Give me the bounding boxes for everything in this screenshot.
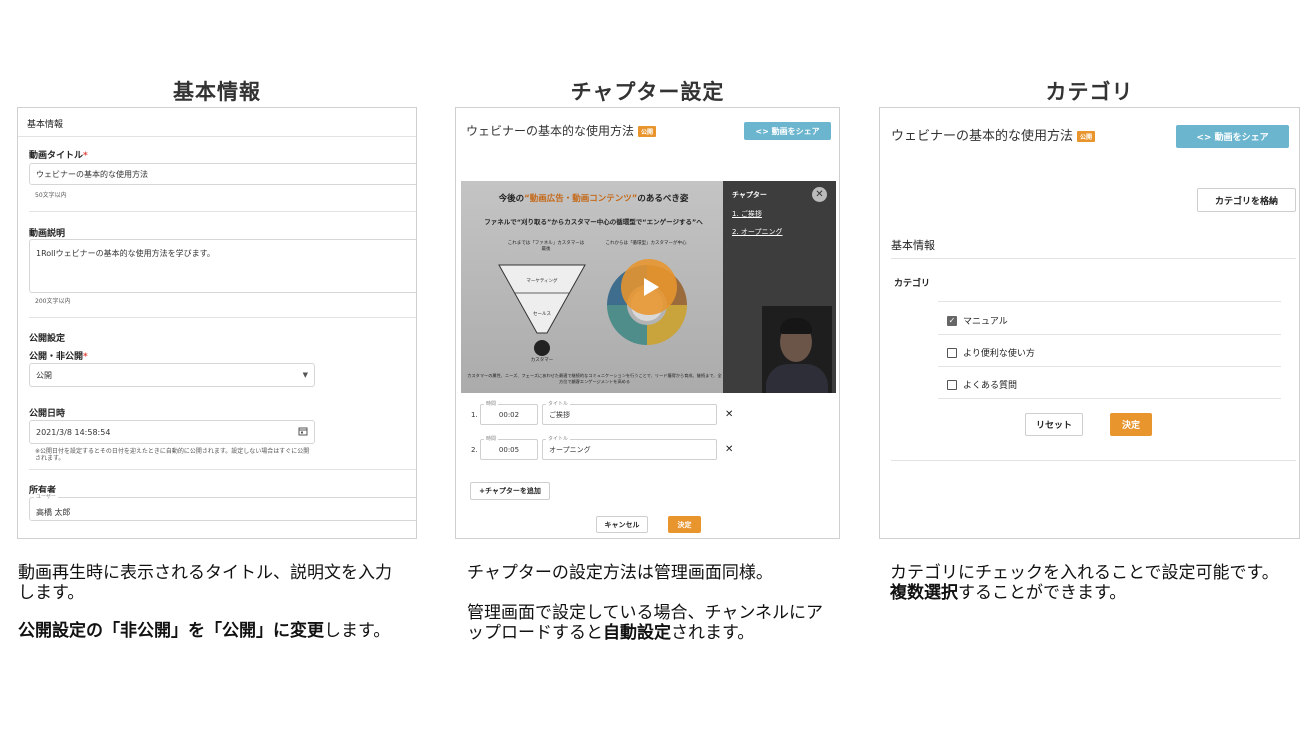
public-badge: 公開 [638,126,657,137]
chapter-row-2-time-label: 時間 [484,435,499,442]
caption-basic-info: 動画再生時に表示されるタイトル、説明文を入力します。 公開設定の「非公開」を「公… [18,563,392,641]
date-hint: ※公開日付を設定するとその日付を迎えたときに自動的に公開されます。設定しない場合… [35,448,310,462]
funnel-mid-label: セールス [533,312,551,317]
video-title-category: ウェビナーの基本的な使用方法 公開 [891,125,1096,144]
checkbox-icon[interactable] [947,347,957,358]
chapter-row-1-time-label: 時間 [484,400,499,407]
date-input[interactable]: 2021/3/8 14:58:54 [29,420,315,444]
chapter-row-1-number: 1. [471,411,478,419]
publish-section-title: 公開設定 [29,334,66,344]
chapter-row-1-time[interactable]: 00:02 [480,404,538,425]
category-option-manual[interactable]: ✓ マニュアル [947,314,1008,327]
publish-select-value: 公開 [36,370,52,380]
presenter-camera [762,306,832,393]
category-screenshot: ウェビナーの基本的な使用方法 公開 <> 動画をシェア カテゴリを格納 基本情報 … [879,107,1300,539]
slide-footer: カスタマーの属性、ニーズ、フェーズにあわせた最適で継続的なコミュニケーションを行… [467,373,722,384]
remove-chapter-1-icon[interactable]: ✕ [725,409,733,420]
remove-chapter-2-icon[interactable]: ✕ [725,444,733,455]
slide-title: 今後の“動画広告・動画コンテンツ”のあるべき姿 [498,194,689,204]
close-icon[interactable]: ✕ [812,187,827,202]
heading-basic-info: 基本情報 [173,80,261,104]
chapter-row-2-title-label: タイトル [546,435,571,442]
share-video-button[interactable]: <> 動画をシェア [744,122,831,140]
description-label: 動画説明 [29,229,66,239]
category-label: カテゴリ [894,279,931,289]
reset-button[interactable]: リセット [1025,413,1083,436]
cancel-button[interactable]: キャンセル [596,516,648,533]
chapter-link-2[interactable]: 2. オープニング [732,227,782,237]
funnel-top-label: マーケティング [526,279,558,284]
chevron-down-icon: ▼ [302,371,308,379]
section-basic-info: 基本情報 [891,239,935,252]
chapter-overlay-title: チャプター [732,191,767,199]
chapter-overlay: チャプター ✕ 1. ご挨拶 2. オープニング [723,181,836,393]
owner-sublabel: ユーザー [34,493,58,500]
chapter-row-1-title[interactable]: ご挨拶 [542,404,717,425]
chapter-row-2-number: 2. [471,446,478,454]
share-video-button-category[interactable]: <> 動画をシェア [1176,125,1289,148]
chapter-row-1-title-label: タイトル [546,400,571,407]
date-label: 公開日時 [29,409,66,419]
calendar-icon[interactable] [298,426,308,438]
publish-select[interactable]: 公開 ▼ [29,363,315,387]
funnel-bottom-label: カスタマー [530,358,554,363]
description-textarea[interactable]: 1Rollウェビナーの基本的な使用方法を学びます。 [29,239,416,293]
title-input[interactable]: ウェビナーの基本的な使用方法 [29,163,416,185]
title-label: 動画タイトル* [29,151,88,161]
checkbox-icon[interactable] [947,379,957,390]
add-chapter-button[interactable]: +チャプターを追加 [470,482,550,500]
category-option-tips[interactable]: より便利な使い方 [947,346,1035,359]
heading-chapter-settings: チャプター設定 [570,80,725,104]
publish-label: 公開・非公開* [29,352,88,362]
basic-info-screenshot: 基本情報 動画タイトル* ウェビナーの基本的な使用方法 50文字以内 動画説明 … [17,107,417,539]
checkbox-checked-icon[interactable]: ✓ [947,315,957,326]
panel-header: 基本情報 [27,120,64,130]
slide-right-caption: これからは「循環型」カスタマーが中心 [605,241,687,246]
owner-input[interactable]: 高橋 太郎 [29,497,416,521]
video-slide: 今後の“動画広告・動画コンテンツ”のあるべき姿 ファネルで“刈り取る”からカスタ… [461,181,726,393]
video-player[interactable]: 今後の“動画広告・動画コンテンツ”のあるべき姿 ファネルで“刈り取る”からカスタ… [461,181,836,393]
confirm-category-button[interactable]: 決定 [1110,413,1152,436]
chapter-link-1[interactable]: 1. ご挨拶 [732,209,762,219]
description-hint: 200文字以内 [35,298,71,305]
play-button[interactable] [621,259,677,315]
chapter-row-2-title[interactable]: オープニング [542,439,717,460]
video-title: ウェビナーの基本的な使用方法 公開 [466,122,657,139]
category-option-faq[interactable]: よくある質問 [947,378,1017,391]
caption-category: カテゴリにチェックを入れることで設定可能です。複数選択することができます。 [890,563,1279,603]
heading-category: カテゴリ [1045,80,1134,104]
slide-subtitle: ファネルで“刈り取る”からカスタマー中心の循環型で“エンゲージする”へ [484,218,703,226]
chapter-row-2-time[interactable]: 00:05 [480,439,538,460]
store-category-button[interactable]: カテゴリを格納 [1197,188,1296,212]
public-badge-category: 公開 [1077,131,1096,142]
chapter-settings-screenshot: ウェビナーの基本的な使用方法 公開 <> 動画をシェア 今後の“動画広告・動画コン… [455,107,840,539]
confirm-button[interactable]: 決定 [668,516,701,533]
slide-left-caption: これまでは「ファネル」カスタマーは最後 [507,241,585,252]
title-hint: 50文字以内 [35,192,67,199]
caption-chapter: チャプターの設定方法は管理画面同様。 管理画面で設定している場合、チャンネルにア… [467,563,823,643]
date-value: 2021/3/8 14:58:54 [36,427,111,437]
play-icon [643,278,659,296]
